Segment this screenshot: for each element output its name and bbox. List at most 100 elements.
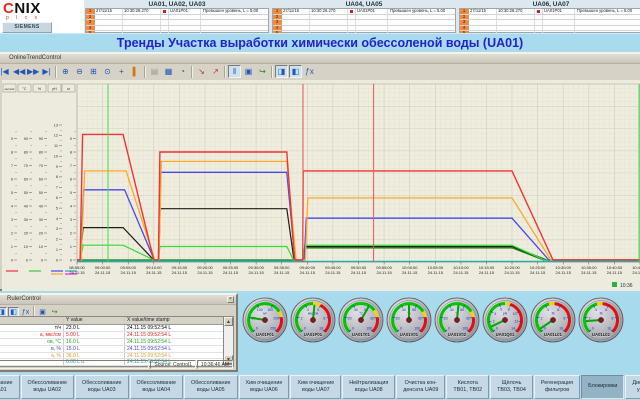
svg-text:24.11.15: 24.11.15 bbox=[607, 270, 623, 275]
alarm-time bbox=[310, 20, 348, 25]
svg-text:60: 60 bbox=[24, 177, 28, 181]
nav-prev-icon[interactable]: ◀◀ bbox=[12, 65, 25, 78]
gauge-UA01F01: 050100150200250м³UA01F01UA01F01 bbox=[242, 297, 288, 343]
svg-text:pH: pH bbox=[52, 87, 57, 91]
svg-text:24.11.15: 24.11.15 bbox=[69, 270, 85, 275]
formula-icon[interactable]: ƒx bbox=[303, 65, 316, 78]
svg-text:24.11.15: 24.11.15 bbox=[351, 270, 367, 275]
svg-text:24.11.15: 24.11.15 bbox=[248, 270, 264, 275]
zoom-in-icon[interactable]: ⊕ bbox=[59, 65, 72, 78]
tab--[interactable]: Регенерация фильтров bbox=[533, 375, 581, 399]
tab--03-04[interactable]: Щёлочь ТВ03, ТВ04 bbox=[490, 375, 533, 399]
svg-text:24.11.15: 24.11.15 bbox=[428, 270, 444, 275]
svg-text:°C: °C bbox=[22, 87, 26, 91]
alarm-date bbox=[282, 14, 310, 20]
tab--ua08[interactable]: Нейтрализация воды UA08 bbox=[342, 375, 396, 399]
svg-text:4: 4 bbox=[547, 308, 549, 312]
svg-text:24.11.15: 24.11.15 bbox=[530, 270, 546, 275]
alarm-tag bbox=[356, 20, 388, 25]
svg-text:10: 10 bbox=[319, 326, 323, 330]
tab--ua05[interactable]: Обессоливание воды UA05 bbox=[184, 375, 238, 399]
export-icon[interactable]: ↪ bbox=[256, 65, 269, 78]
svg-text:20: 20 bbox=[444, 316, 448, 320]
nav-last-icon[interactable]: ▶| bbox=[40, 65, 53, 78]
curve-next-icon[interactable]: ↗ bbox=[209, 65, 222, 78]
pan-icon[interactable]: + bbox=[115, 65, 128, 78]
alarm-state-cell bbox=[535, 25, 543, 31]
svg-text:30: 30 bbox=[24, 218, 28, 222]
tab--ua02[interactable]: Обессоливание воды UA02 bbox=[20, 375, 74, 399]
alarm-state-cell bbox=[348, 9, 356, 14]
tab--ua07[interactable]: Хим очищение воды UA07 bbox=[290, 375, 342, 399]
curve-prev-icon[interactable]: ↘ bbox=[195, 65, 208, 78]
legend-toggle-icon[interactable]: ◨ bbox=[275, 65, 288, 78]
alarm-time bbox=[497, 25, 535, 31]
svg-text:20: 20 bbox=[39, 231, 43, 235]
gauge-UA01L01: 024 6810МUA01L01UA01L01 bbox=[530, 297, 576, 343]
gauge-UA01P01: 0246810мкс/смUA01P01UA01P01 bbox=[290, 297, 336, 343]
print-icon[interactable]: ▣ bbox=[242, 65, 255, 78]
trend-window-titlebar[interactable]: OnlineTrendControl bbox=[0, 54, 640, 64]
alarm-time bbox=[123, 25, 161, 31]
svg-text:0: 0 bbox=[304, 326, 306, 330]
tab--ua01[interactable]: Обессоливаниеводы UA01 bbox=[0, 375, 20, 399]
alarm-table: 1 27/11/15 10:30:28.270 UA01P01 Превышен… bbox=[459, 8, 640, 37]
svg-text:100: 100 bbox=[414, 326, 420, 330]
svg-text:8: 8 bbox=[611, 316, 613, 320]
svg-text:60: 60 bbox=[39, 177, 43, 181]
alarm-message: Превышен уровень, L = 5.00 bbox=[203, 9, 259, 13]
svg-text:250: 250 bbox=[270, 326, 276, 330]
svg-text:2: 2 bbox=[301, 316, 303, 320]
svg-text:5: 5 bbox=[11, 191, 13, 195]
alarm-time bbox=[310, 14, 348, 20]
alarm-message: Превышен уровень, L = 5.00 bbox=[390, 9, 446, 13]
pause-icon[interactable]: ‖ bbox=[228, 65, 241, 78]
alarm-row-number: 1 bbox=[460, 8, 469, 14]
alarm-tag: UA01P01 bbox=[169, 8, 201, 14]
tab--01-02[interactable]: Кислота ТВ01, ТВ02 bbox=[446, 375, 490, 399]
svg-text:10: 10 bbox=[513, 312, 517, 316]
siemens-badge: SIEMENS bbox=[2, 22, 52, 33]
svg-text:3: 3 bbox=[11, 218, 13, 222]
alarm-date bbox=[95, 20, 123, 25]
time-range-icon[interactable]: ◔ bbox=[176, 65, 189, 78]
svg-text:20: 20 bbox=[348, 316, 352, 320]
nav-first-icon[interactable]: |◀ bbox=[0, 65, 11, 78]
tab-блокировки[interactable]: Блокировки bbox=[581, 375, 625, 399]
vendor-logo: CNIX p l c s SIEMENS bbox=[0, 0, 84, 33]
alarm-group: UA01, UA02, UA03 1 27/11/15 10:30:28.270… bbox=[84, 0, 270, 37]
nav-next-icon[interactable]: ▶▶ bbox=[26, 65, 39, 78]
trend-chart[interactable]: мкс/см20123456789°C0102030405060708090%0… bbox=[2, 80, 640, 291]
page-title: Тренды Участка выработки химически обесс… bbox=[116, 36, 524, 50]
svg-text:24.11.15: 24.11.15 bbox=[300, 270, 316, 275]
svg-text:70: 70 bbox=[39, 164, 43, 168]
select-range-icon[interactable]: ▦ bbox=[162, 65, 175, 78]
tab--ua03[interactable]: Обессоливание воды UA03 bbox=[75, 375, 129, 399]
alarm-group: UA04, UA05 1 27/11/15 10:30:28.270 UA01P… bbox=[271, 0, 457, 37]
tab--ua04[interactable]: Обессоливание воды UA04 bbox=[129, 375, 183, 399]
ruler-window-icon[interactable]: ◧ bbox=[289, 65, 302, 78]
statistics-icon[interactable]: ▤ bbox=[148, 65, 161, 78]
zoom-area-icon[interactable]: ⊞ bbox=[87, 65, 100, 78]
svg-text:80: 80 bbox=[24, 150, 28, 154]
status-clock: 10:36 bbox=[620, 283, 633, 289]
alarm-row-number: 1 bbox=[86, 8, 95, 14]
svg-text:12: 12 bbox=[514, 320, 518, 324]
svg-text:9: 9 bbox=[70, 137, 72, 141]
alarm-tag bbox=[169, 14, 201, 20]
tab--ua09[interactable]: Очистка кон-денсата UA09 bbox=[396, 375, 446, 399]
svg-text:24.11.15: 24.11.15 bbox=[402, 270, 418, 275]
alarm-tag bbox=[356, 25, 388, 31]
svg-text:20: 20 bbox=[24, 231, 28, 235]
svg-text:24.11.15: 24.11.15 bbox=[121, 270, 137, 275]
tab--[interactable]: Дистанционноеуправление bbox=[625, 375, 640, 399]
zoom-reset-icon[interactable]: ⊙ bbox=[101, 65, 114, 78]
alarm-time: 10:30:28.270 bbox=[497, 8, 535, 14]
toolbar-separator bbox=[224, 65, 226, 78]
zoom-out-icon[interactable]: ⊖ bbox=[73, 65, 86, 78]
alarm-message: Превышен уровень, L = 5.00 bbox=[577, 9, 633, 13]
ruler-icon[interactable]: ▌ bbox=[129, 65, 142, 78]
tab--ua06[interactable]: Хим очищение воды UA06 bbox=[238, 375, 290, 399]
scada-screen: CNIX p l c s SIEMENS UA01, UA02, UA03 1 … bbox=[0, 0, 640, 400]
alarm-date bbox=[469, 14, 497, 20]
